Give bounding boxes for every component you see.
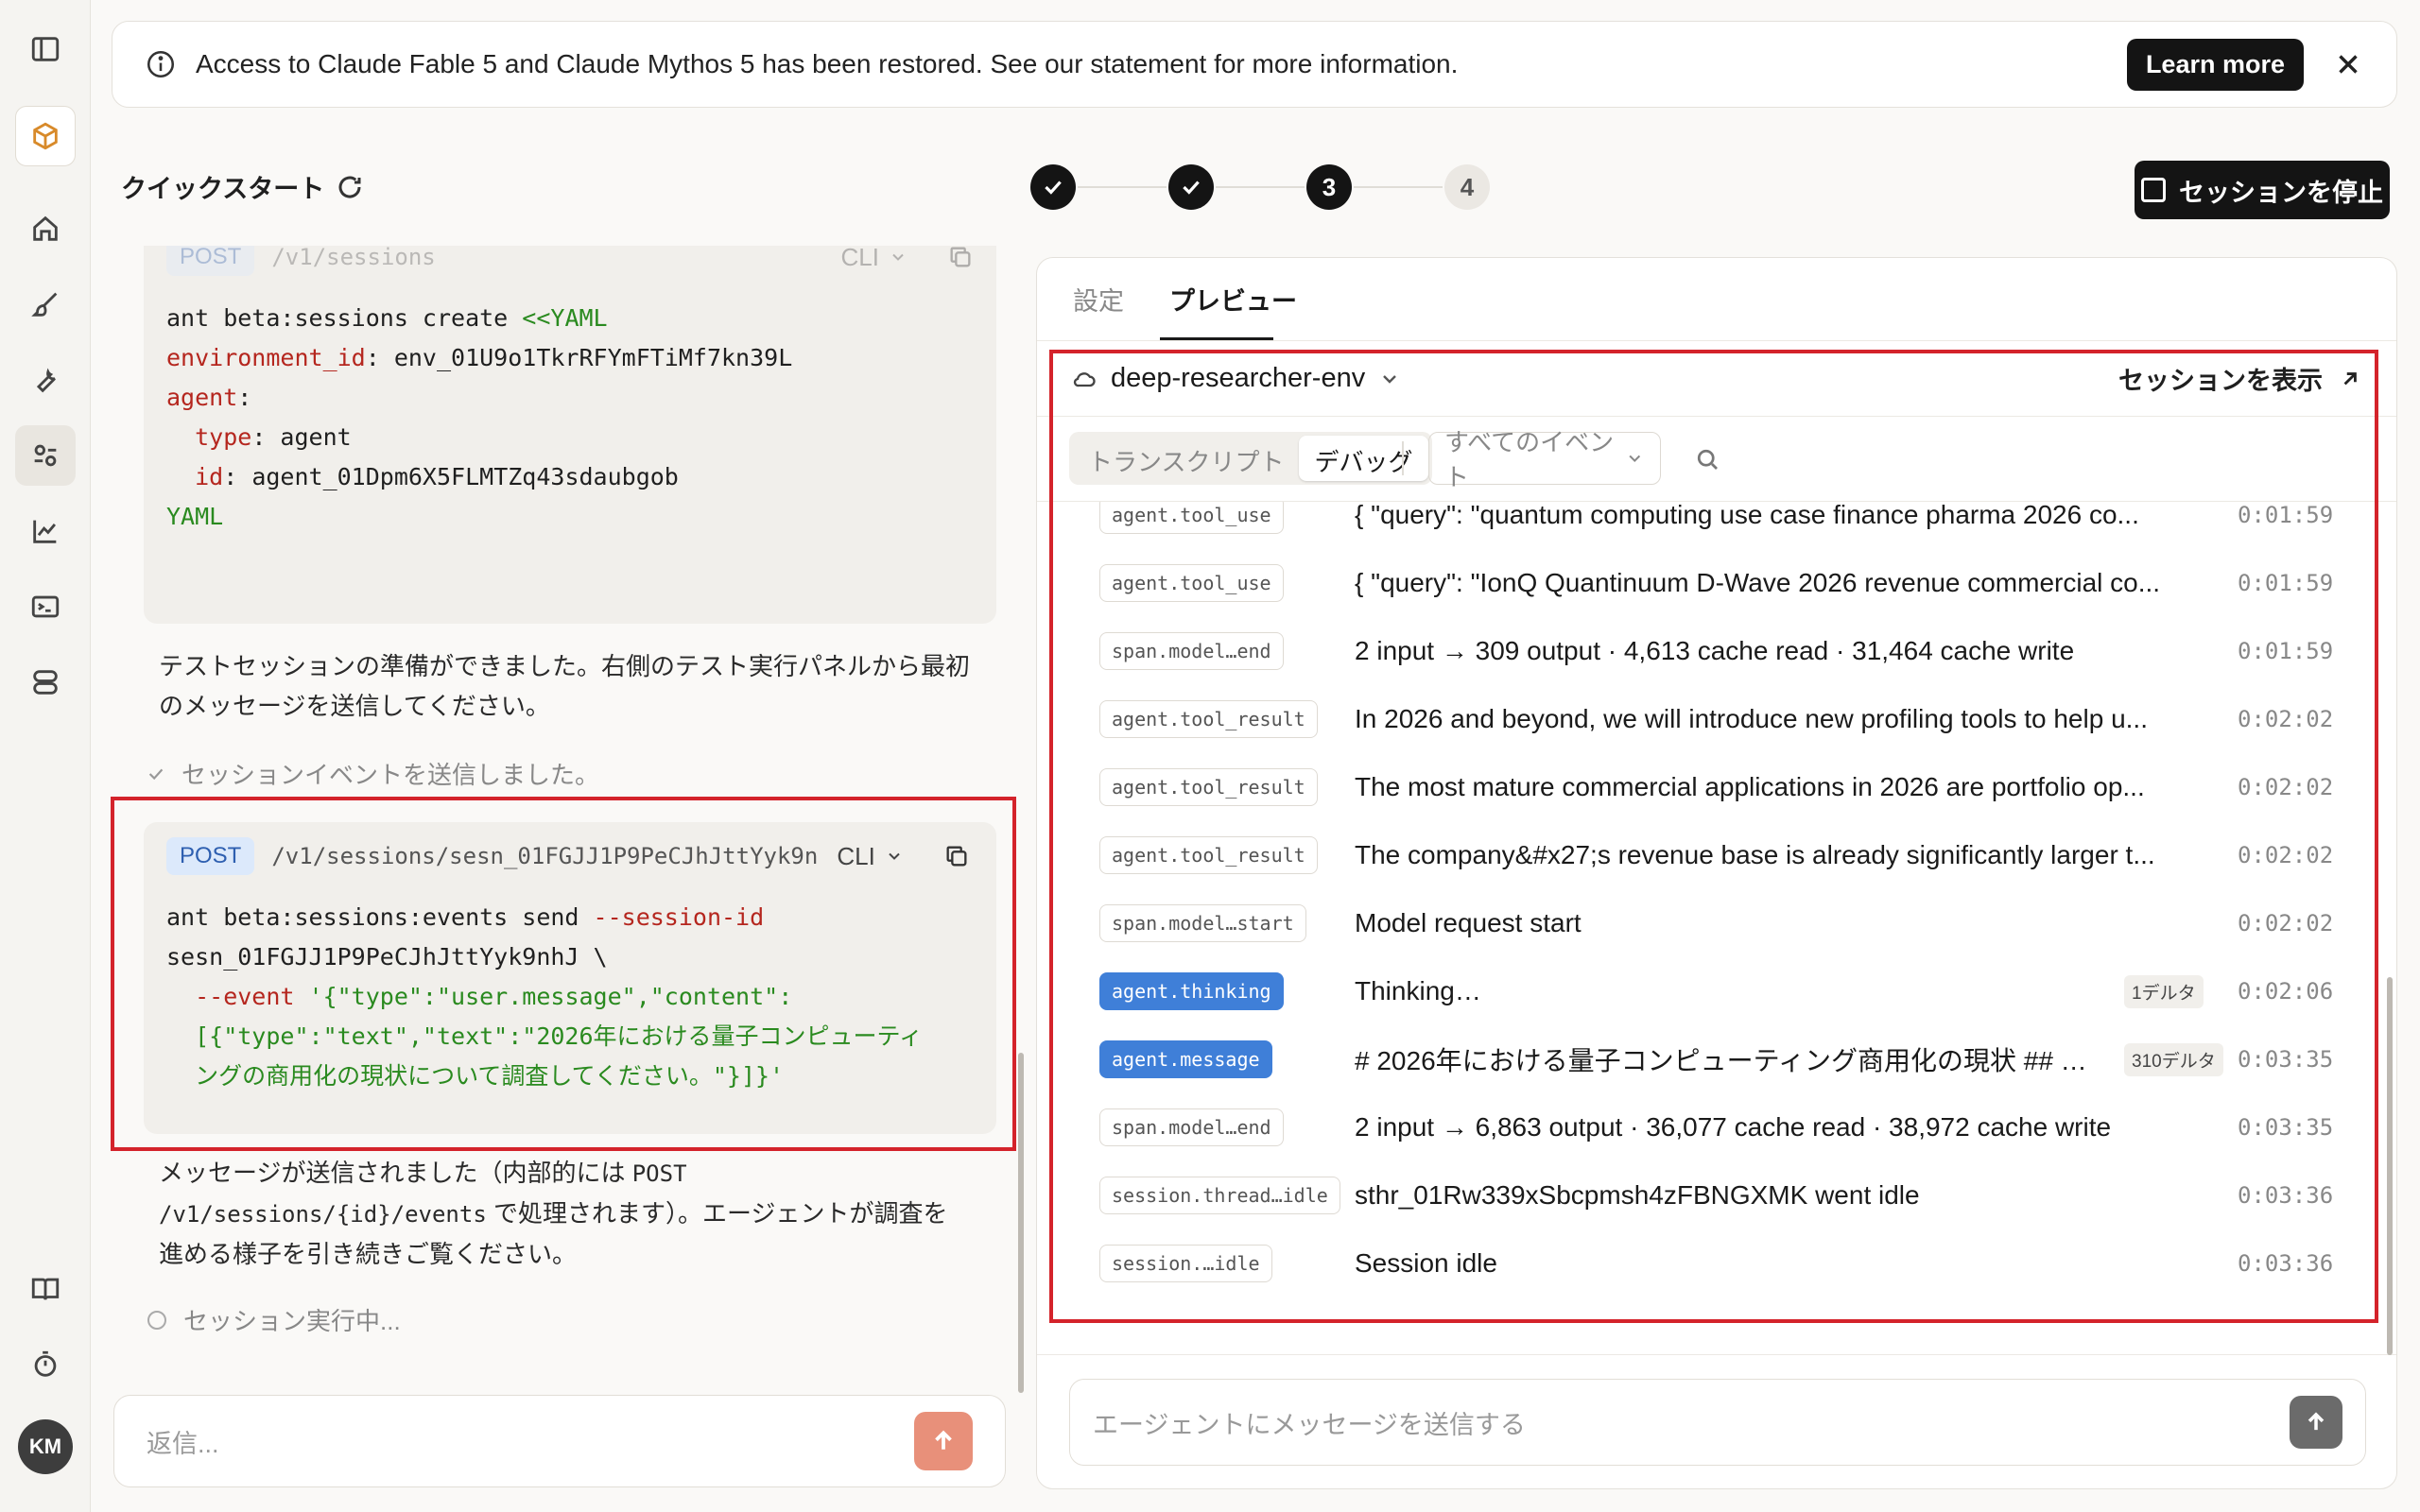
arrow-up-icon [2308, 1412, 2325, 1431]
check-icon [1183, 180, 1200, 195]
arrow-up-icon [935, 1430, 952, 1450]
icon-rail: KM [0, 0, 91, 1512]
timer-icon[interactable] [15, 1334, 76, 1395]
check-icon [148, 768, 164, 780]
message-sent-text: メッセージが送信されました（内部的には POST /v1/sessions/{i… [159, 1159, 948, 1268]
left-scrollbar[interactable] [1018, 1053, 1024, 1393]
wrench-icon[interactable] [15, 350, 76, 410]
chevron-down-icon [892, 253, 904, 261]
spinner-icon [147, 1310, 166, 1330]
right-scrollbar[interactable] [2387, 977, 2393, 1355]
check-icon [1045, 180, 1062, 195]
copy-icon[interactable] [947, 246, 974, 270]
reply-box[interactable]: 返信... [113, 1395, 1006, 1487]
quickstart-title: クイックスタート [121, 175, 325, 203]
agent-composer[interactable]: エージェントにメッセージを送信する [1069, 1379, 2366, 1466]
stop-session-label: セッションを停止 [2179, 178, 2383, 207]
tab-settings[interactable]: 設定 [1073, 281, 1124, 318]
home-icon[interactable] [15, 198, 76, 259]
user-avatar[interactable]: KM [18, 1419, 73, 1474]
status-sent: セッションイベントを送信しました。 [146, 756, 599, 791]
active-tab-indicator [1160, 337, 1273, 340]
code-block: ant beta:sessions create <<YAML environm… [166, 304, 793, 530]
info-icon [147, 50, 175, 78]
cli-selector[interactable]: CLI [841, 246, 908, 272]
brush-icon[interactable] [15, 274, 76, 335]
step-connector [1078, 186, 1167, 188]
step-connector [1216, 186, 1305, 188]
highlight-box [1049, 350, 2378, 1323]
step-2-complete[interactable] [1168, 164, 1214, 210]
create-session-code-card: POST /v1/sessions CLI ant beta:sessions … [144, 246, 996, 624]
docs-book-icon[interactable] [15, 1259, 76, 1319]
endpoint-path: /v1/sessions [271, 246, 436, 270]
highlight-box [111, 797, 1016, 1151]
step-4-pending[interactable]: 4 [1444, 164, 1490, 210]
stop-session-button[interactable]: セッションを停止 [2135, 161, 2390, 219]
banner-message: Access to Claude Fable 5 and Claude Myth… [196, 49, 1459, 78]
code-card-header: POST /v1/sessions CLI [144, 246, 996, 291]
agent-message-input[interactable]: エージェントにメッセージを送信する [1093, 1404, 2290, 1441]
close-icon[interactable] [2332, 48, 2364, 80]
step-connector [1354, 186, 1443, 188]
step-3-current[interactable]: 3 [1306, 164, 1352, 210]
refresh-icon[interactable] [336, 173, 364, 201]
progress-stepper: 3 4 [1030, 164, 1490, 210]
divider [1037, 1354, 2396, 1355]
http-method-badge: POST [166, 246, 255, 276]
status-running: セッション実行中... [146, 1302, 401, 1337]
quickstart-header: クイックスタート [121, 168, 364, 205]
reply-input[interactable]: 返信... [147, 1423, 914, 1460]
analytics-icon[interactable] [15, 501, 76, 561]
session-ready-text: テストセッションの準備ができました。右側のテスト実行パネルから最初のメッセージを… [159, 652, 971, 720]
learn-more-button[interactable]: Learn more [2126, 38, 2304, 91]
sidebar-toggle-icon[interactable] [15, 19, 76, 79]
panel-tabs: 設定 プレビュー [1037, 258, 2396, 341]
integrations-icon[interactable] [15, 652, 76, 713]
terminal-icon[interactable] [15, 576, 76, 637]
send-button[interactable] [914, 1412, 973, 1470]
step-1-complete[interactable] [1030, 164, 1076, 210]
agents-icon[interactable] [15, 425, 76, 486]
tab-preview[interactable]: プレビュー [1169, 281, 1297, 318]
workspace-cube-icon[interactable] [15, 106, 76, 166]
send-button[interactable] [2290, 1396, 2342, 1449]
stop-square-icon [2141, 178, 2166, 202]
announcement-banner: Access to Claude Fable 5 and Claude Myth… [112, 21, 2397, 108]
